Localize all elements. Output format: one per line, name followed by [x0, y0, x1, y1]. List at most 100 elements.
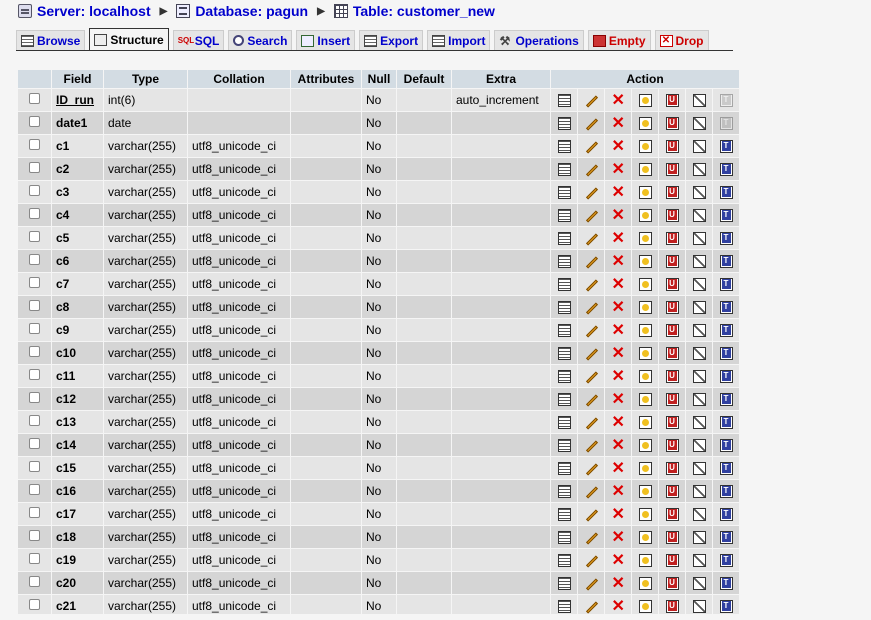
delete-icon[interactable]: ✕ — [612, 139, 625, 155]
unique-icon[interactable] — [665, 232, 679, 246]
field-name[interactable]: c19 — [52, 549, 103, 571]
index-icon[interactable] — [692, 255, 706, 269]
fulltext-icon[interactable] — [719, 370, 733, 384]
delete-icon[interactable]: ✕ — [612, 576, 625, 592]
tab-insert[interactable]: Insert — [296, 30, 356, 50]
edit-icon[interactable] — [584, 255, 599, 268]
unique-icon[interactable] — [665, 554, 679, 568]
primary-key-icon[interactable] — [638, 324, 652, 338]
delete-icon[interactable]: ✕ — [612, 553, 625, 569]
row-checkbox[interactable] — [29, 530, 40, 541]
index-icon[interactable] — [692, 232, 706, 246]
index-icon[interactable] — [692, 393, 706, 407]
header-null[interactable]: Null — [362, 70, 396, 88]
field-name[interactable]: c10 — [52, 342, 103, 364]
index-icon[interactable] — [692, 186, 706, 200]
fulltext-icon[interactable] — [719, 301, 733, 315]
edit-icon[interactable] — [584, 278, 599, 291]
unique-icon[interactable] — [665, 393, 679, 407]
tab-export[interactable]: Export — [359, 30, 424, 50]
header-extra[interactable]: Extra — [452, 70, 550, 88]
primary-key-icon[interactable] — [638, 370, 652, 384]
index-icon[interactable] — [692, 324, 706, 338]
primary-key-icon[interactable] — [638, 462, 652, 476]
header-collation[interactable]: Collation — [188, 70, 290, 88]
delete-icon[interactable]: ✕ — [612, 254, 625, 270]
unique-icon[interactable] — [665, 347, 679, 361]
delete-icon[interactable]: ✕ — [612, 392, 625, 408]
row-checkbox[interactable] — [29, 185, 40, 196]
unique-icon[interactable] — [665, 531, 679, 545]
browse-icon[interactable] — [557, 577, 571, 591]
edit-icon[interactable] — [584, 462, 599, 475]
delete-icon[interactable]: ✕ — [612, 208, 625, 224]
edit-icon[interactable] — [584, 117, 599, 130]
edit-icon[interactable] — [584, 94, 599, 107]
unique-icon[interactable] — [665, 485, 679, 499]
delete-icon[interactable]: ✕ — [612, 484, 625, 500]
index-icon[interactable] — [692, 347, 706, 361]
edit-icon[interactable] — [584, 232, 599, 245]
unique-icon[interactable] — [665, 508, 679, 522]
edit-icon[interactable] — [584, 439, 599, 452]
index-icon[interactable] — [692, 577, 706, 591]
browse-icon[interactable] — [557, 278, 571, 292]
row-checkbox[interactable] — [29, 576, 40, 587]
primary-key-icon[interactable] — [638, 209, 652, 223]
fulltext-icon[interactable] — [719, 232, 733, 246]
field-name[interactable]: c15 — [52, 457, 103, 479]
field-name[interactable]: c11 — [52, 365, 103, 387]
index-icon[interactable] — [692, 117, 706, 131]
browse-icon[interactable] — [557, 347, 571, 361]
edit-icon[interactable] — [584, 577, 599, 590]
fulltext-icon[interactable] — [719, 439, 733, 453]
field-name[interactable]: c9 — [52, 319, 103, 341]
tab-empty[interactable]: Empty — [587, 30, 651, 50]
primary-key-icon[interactable] — [638, 94, 652, 108]
primary-key-icon[interactable] — [638, 577, 652, 591]
field-name[interactable]: c17 — [52, 503, 103, 525]
primary-key-icon[interactable] — [638, 163, 652, 177]
browse-icon[interactable] — [557, 324, 571, 338]
delete-icon[interactable]: ✕ — [612, 438, 625, 454]
delete-icon[interactable]: ✕ — [612, 461, 625, 477]
delete-icon[interactable]: ✕ — [612, 300, 625, 316]
browse-icon[interactable] — [557, 554, 571, 568]
edit-icon[interactable] — [584, 347, 599, 360]
field-name[interactable]: c4 — [52, 204, 103, 226]
unique-icon[interactable] — [665, 462, 679, 476]
tab-sql[interactable]: SQL SQL — [172, 30, 225, 50]
header-attributes[interactable]: Attributes — [291, 70, 361, 88]
edit-icon[interactable] — [584, 370, 599, 383]
fulltext-icon[interactable] — [719, 324, 733, 338]
browse-icon[interactable] — [557, 508, 571, 522]
browse-icon[interactable] — [557, 416, 571, 430]
browse-icon[interactable] — [557, 232, 571, 246]
unique-icon[interactable] — [665, 117, 679, 131]
primary-key-icon[interactable] — [638, 600, 652, 614]
field-name[interactable]: date1 — [52, 112, 103, 134]
primary-key-icon[interactable] — [638, 439, 652, 453]
unique-icon[interactable] — [665, 439, 679, 453]
delete-icon[interactable]: ✕ — [612, 93, 625, 109]
primary-key-icon[interactable] — [638, 278, 652, 292]
edit-icon[interactable] — [584, 485, 599, 498]
delete-icon[interactable]: ✕ — [612, 162, 625, 178]
fulltext-icon[interactable] — [719, 416, 733, 430]
edit-icon[interactable] — [584, 393, 599, 406]
tab-search[interactable]: Search — [228, 30, 293, 50]
field-name[interactable]: c8 — [52, 296, 103, 318]
primary-key-icon[interactable] — [638, 232, 652, 246]
breadcrumb-database[interactable]: Database: pagun — [176, 3, 308, 19]
index-icon[interactable] — [692, 370, 706, 384]
unique-icon[interactable] — [665, 209, 679, 223]
field-name[interactable]: c6 — [52, 250, 103, 272]
browse-icon[interactable] — [557, 531, 571, 545]
tab-drop[interactable]: ✕ Drop — [654, 30, 709, 50]
delete-icon[interactable]: ✕ — [612, 507, 625, 523]
unique-icon[interactable] — [665, 255, 679, 269]
row-checkbox[interactable] — [29, 346, 40, 357]
fulltext-icon[interactable] — [719, 278, 733, 292]
fulltext-icon[interactable] — [719, 347, 733, 361]
unique-icon[interactable] — [665, 163, 679, 177]
